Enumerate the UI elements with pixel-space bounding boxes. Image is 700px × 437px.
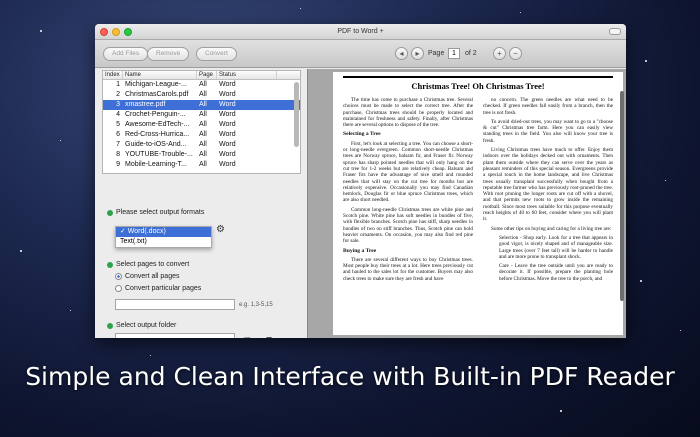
output-format-label: Please select output formats — [107, 209, 204, 216]
file-table: Index Name Page Status 1 Michigan-League-… — [102, 70, 301, 174]
next-page-button[interactable]: ▸ — [411, 47, 424, 60]
help-icon — [107, 322, 113, 329]
column-header-name[interactable]: Name — [123, 71, 197, 79]
star — [70, 310, 71, 311]
toolbar-toggle-button[interactable] — [609, 28, 621, 35]
remove-button[interactable]: Remove — [147, 47, 190, 61]
zoom-out-button[interactable]: − — [509, 47, 522, 60]
document-column-right: no concern. The green needles are what n… — [483, 97, 613, 285]
document-paragraph: Common long-needle Christmas trees are w… — [343, 206, 473, 245]
app-window: PDF to Word + Add Files Remove Convert ◂… — [95, 24, 626, 338]
pdf-page: Christmas Tree! Oh Christmas Tree! The t… — [333, 72, 623, 335]
table-row[interactable]: 1 Michigan-League-... All Word — [103, 80, 300, 90]
page-count: of 2 — [465, 50, 477, 57]
table-row-selected[interactable]: 3 xmastree.pdf All Word — [103, 100, 300, 110]
viewer-scrollbar[interactable] — [620, 91, 624, 301]
maximize-window-button[interactable] — [124, 28, 132, 36]
document-paragraph: Selection - Shop early. Look for a tree … — [499, 234, 613, 260]
document-column-left: The time has come to purchase a Christma… — [343, 97, 473, 285]
pages-range-input[interactable] — [115, 299, 235, 310]
document-columns: The time has come to purchase a Christma… — [343, 97, 613, 285]
page-rule — [343, 76, 613, 78]
help-icon — [107, 261, 113, 268]
table-row[interactable]: 8 YOUTUBE-Trouble-... All Word — [103, 150, 300, 160]
pdf-viewer: Christmas Tree! Oh Christmas Tree! The t… — [307, 69, 626, 338]
window-title: PDF to Word + — [337, 28, 384, 35]
star — [640, 280, 642, 282]
title-bar: PDF to Word + — [95, 24, 626, 40]
document-paragraph: First, let's look at selecting a tree. Y… — [343, 140, 473, 204]
star — [300, 8, 301, 9]
gear-icon[interactable]: ⚙ — [216, 224, 225, 235]
open-folder-icon[interactable]: ▰ — [265, 333, 272, 338]
star — [20, 250, 22, 252]
document-paragraph: Some other tips on buying and caring for… — [491, 225, 612, 232]
pages-range-hint: e.g. 1,3-5,15 — [239, 302, 273, 308]
output-folder-label: Select output folder — [107, 322, 176, 329]
page-number-input[interactable]: 1 — [448, 48, 460, 59]
table-scrollbar[interactable] — [294, 82, 299, 147]
table-row[interactable]: 5 Awesome-EdTech-... All Word — [103, 120, 300, 130]
convert-button[interactable]: Convert — [196, 47, 237, 61]
format-option-text[interactable]: Text(.txt) — [116, 237, 211, 247]
output-format-dropdown[interactable]: ✓ Word(.docx) Text(.txt) — [115, 226, 212, 248]
table-row[interactable]: 6 Red-Cross-Hurrica... All Word — [103, 130, 300, 140]
radio-unselected-icon — [115, 285, 122, 292]
document-heading: Buying a Tree — [343, 247, 377, 254]
column-header-page[interactable]: Page — [197, 71, 217, 79]
zoom-in-button[interactable]: + — [493, 47, 506, 60]
output-folder-input[interactable] — [115, 333, 235, 338]
table-row[interactable]: 2 ChristmasCarols.pdf All Word — [103, 90, 300, 100]
table-row[interactable]: 9 Mobile-Learning-T... All Word — [103, 160, 300, 170]
folder-search-icon[interactable]: ▱ — [243, 333, 250, 338]
document-paragraph: Living Christmas trees have much to offe… — [483, 147, 613, 223]
prev-page-button[interactable]: ◂ — [395, 47, 408, 60]
format-option-word[interactable]: ✓ Word(.docx) — [116, 227, 211, 237]
column-header-status[interactable]: Status — [217, 71, 277, 79]
star — [665, 180, 666, 181]
close-window-button[interactable] — [100, 28, 108, 36]
page-label: Page — [428, 50, 445, 57]
window-controls — [100, 28, 132, 36]
convert-particular-radio[interactable]: Convert particular pages — [115, 285, 201, 292]
radio-selected-icon — [115, 273, 122, 280]
minimize-window-button[interactable] — [112, 28, 120, 36]
help-icon — [107, 209, 113, 216]
star — [520, 12, 521, 13]
document-heading: Selecting a Tree — [343, 131, 381, 138]
star — [150, 355, 151, 356]
document-paragraph: To avoid dried-out trees, you may want t… — [483, 118, 613, 144]
document-paragraph: no concern. The green needles are what n… — [483, 97, 613, 116]
convert-all-radio[interactable]: Convert all pages — [115, 273, 179, 280]
document-title: Christmas Tree! Oh Christmas Tree! — [411, 81, 545, 91]
table-header: Index Name Page Status — [103, 71, 300, 80]
star — [40, 30, 42, 32]
options-panel: Index Name Page Status 1 Michigan-League-… — [95, 69, 307, 338]
add-files-button[interactable]: Add Files — [103, 47, 149, 61]
star — [560, 410, 562, 412]
document-paragraph: Care - Leave the tree outside until you … — [499, 263, 613, 282]
table-row[interactable]: 4 Crochet-Penguin-... All Word — [103, 110, 300, 120]
document-paragraph: The time has come to purchase a Christma… — [343, 97, 473, 129]
document-paragraph: There are several different ways to buy … — [343, 256, 473, 282]
column-header-index[interactable]: Index — [103, 71, 123, 79]
star — [645, 60, 647, 62]
caption: Simple and Clean Interface with Built-in… — [25, 362, 675, 391]
table-row[interactable]: 7 Guide-to-iOS-And... All Word — [103, 140, 300, 150]
pages-label: Select pages to convert — [107, 261, 189, 268]
toolbar: Add Files Remove Convert ◂ ▸ Page 1 of 2… — [95, 40, 626, 68]
star — [60, 140, 61, 141]
star — [680, 330, 681, 331]
